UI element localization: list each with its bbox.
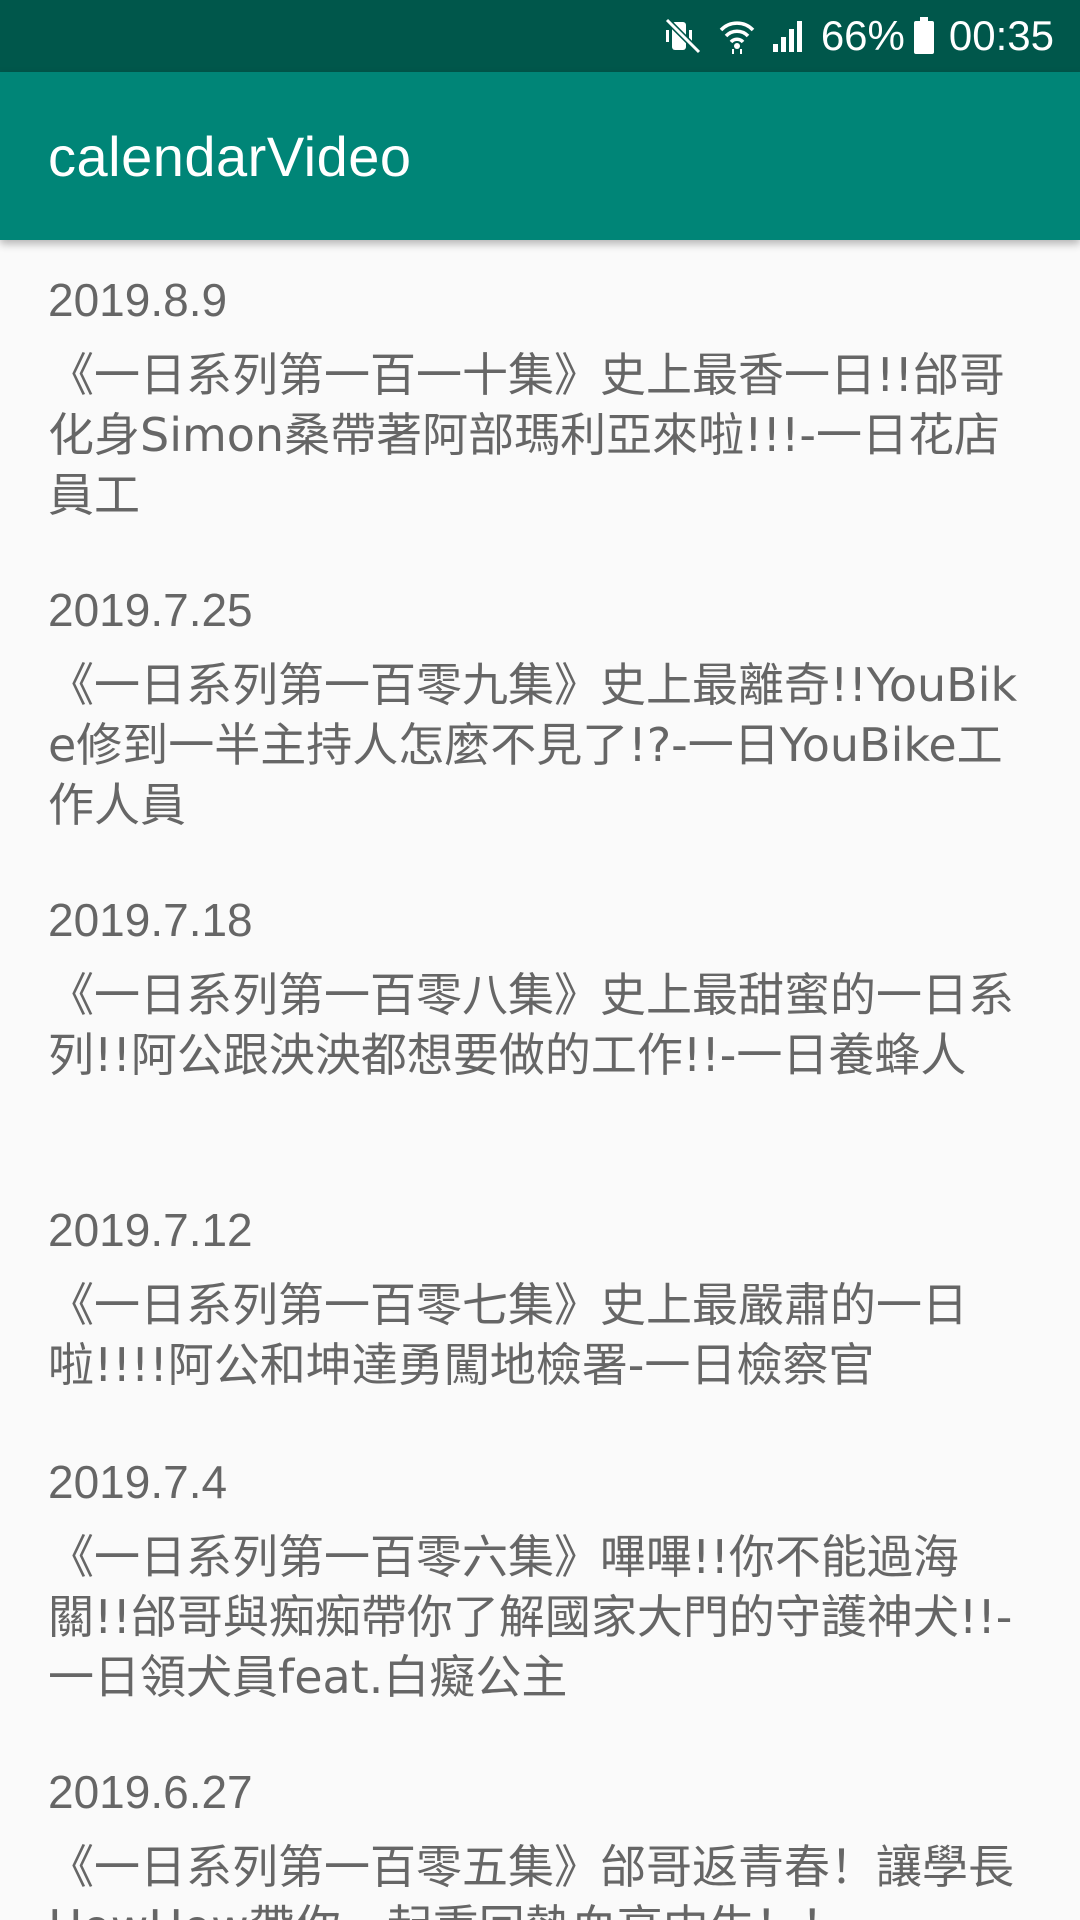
battery-icon — [913, 17, 935, 55]
list-item[interactable]: 2019.7.4 《一日系列第一百零六集》嗶嗶!!你不能過海關!!邰哥與痴痴帶你… — [48, 1452, 1038, 1707]
status-bar: 66% 00:35 — [0, 0, 1080, 72]
list-item[interactable]: 2019.7.18 《一日系列第一百零八集》史上最甜蜜的一日系列!!阿公跟泱泱都… — [48, 890, 1038, 1085]
battery-percent: 66% — [820, 12, 905, 59]
app-title: calendarVideo — [48, 124, 412, 188]
list-item[interactable]: 2019.8.9 《一日系列第一百一十集》史上最香一日!!邰哥化身Simon桑帶… — [48, 270, 1038, 525]
list-item[interactable]: 2019.6.27 《一日系列第一百零五集》邰哥返青春！讓學長HowHow帶你一… — [48, 1762, 1038, 1920]
video-date: 2019.7.12 — [48, 1204, 253, 1256]
video-date: 2019.7.25 — [48, 584, 253, 636]
video-date: 2019.8.9 — [48, 274, 228, 326]
list-item[interactable]: 2019.7.12 《一日系列第一百零七集》史上最嚴肅的一日啦!!!!阿公和坤達… — [48, 1200, 1038, 1395]
list-item[interactable]: 2019.7.25 《一日系列第一百零九集》史上最離奇!!YouBike修到一半… — [48, 580, 1038, 835]
app-bar: calendarVideo — [0, 72, 1080, 240]
cell-signal-icon — [771, 16, 807, 56]
video-date: 2019.7.4 — [48, 1456, 228, 1508]
video-date: 2019.7.18 — [48, 894, 253, 946]
mute-vibrate-icon — [663, 16, 703, 56]
video-title: 《一日系列第一百一十集》史上最香一日!!邰哥化身Simon桑帶著阿部瑪利亞來啦!… — [48, 348, 1005, 522]
video-title: 《一日系列第一百零八集》史上最甜蜜的一日系列!!阿公跟泱泱都想要做的工作!!-一… — [48, 968, 1014, 1082]
video-title: 《一日系列第一百零七集》史上最嚴肅的一日啦!!!!阿公和坤達勇闖地檢署-一日檢察… — [48, 1278, 968, 1392]
video-title: 《一日系列第一百零九集》史上最離奇!!YouBike修到一半主持人怎麼不見了!?… — [48, 658, 1018, 832]
wifi-icon — [717, 16, 757, 56]
video-title: 《一日系列第一百零五集》邰哥返青春！讓學長HowHow帶你一起重回熱血高中生！！ — [48, 1840, 1014, 1920]
video-date: 2019.6.27 — [48, 1766, 253, 1818]
clock: 00:35 — [948, 12, 1054, 59]
video-list[interactable]: 2019.8.9 《一日系列第一百一十集》史上最香一日!!邰哥化身Simon桑帶… — [0, 240, 1080, 1920]
video-title: 《一日系列第一百零六集》嗶嗶!!你不能過海關!!邰哥與痴痴帶你了解國家大門的守護… — [48, 1530, 1013, 1704]
